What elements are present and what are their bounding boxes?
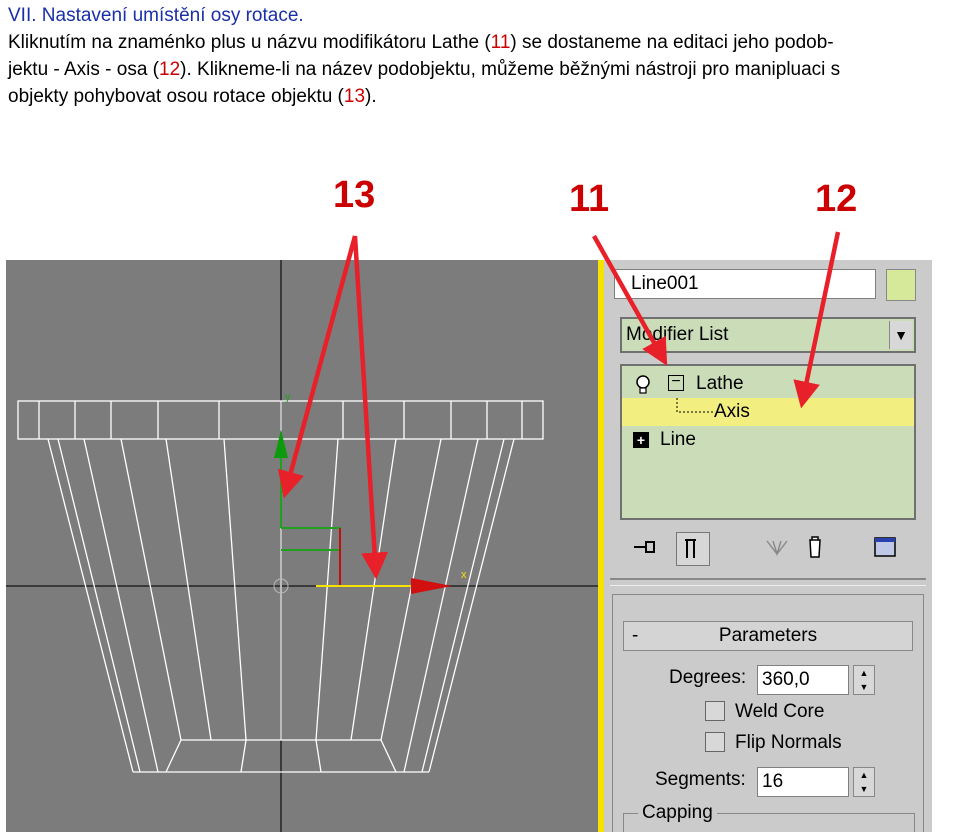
gizmo-x-label: x [461,569,467,581]
segments-label: Segments: [655,769,746,790]
stack-item-line[interactable]: + Line [622,426,914,454]
stack-item-label: Lathe [696,373,744,394]
weld-core-label: Weld Core [735,701,825,722]
segments-input[interactable]: 16 [757,767,849,797]
rollout-title: Parameters [718,625,818,646]
make-unique-icon[interactable] [760,532,794,566]
text-part: ). [365,86,377,107]
section-heading: VII. Nastavení umístění osy rotace. [8,5,304,26]
stack-toolbar [618,532,918,568]
instruction-text: VII. Nastavení umístění osy rotace. Klik… [8,2,956,110]
stack-item-label: Axis [714,401,750,422]
expand-icon[interactable]: + [633,432,649,448]
text-part: ). Klikneme-li na název podobjektu, může… [180,59,841,80]
modifier-stack[interactable]: − Lathe Axis + Line [620,364,916,520]
configure-sets-icon[interactable] [868,532,902,566]
ref-12: 12 [159,59,181,80]
stack-item-lathe[interactable]: − Lathe [622,370,914,398]
tree-connector-icon [676,398,714,413]
viewport-wireframe: y x [6,260,598,832]
object-name-field[interactable]: Line001 [614,269,876,299]
stack-item-label: Line [660,429,696,450]
degrees-input[interactable]: 360,0 [757,665,849,695]
text-part: objekty pohybovat osou rotace objektu ( [8,86,344,107]
segments-spinner[interactable]: ▲ ▼ [853,767,875,797]
stack-item-axis[interactable]: Axis [622,398,914,426]
callout-13: 13 [333,174,376,216]
parameters-rollout-header[interactable]: - Parameters [623,621,913,651]
axis-gizmo: y x [273,391,467,594]
remove-modifier-icon[interactable] [798,532,832,566]
text-part: ) se dostaneme na editaci jeho podob- [510,32,834,53]
capping-group: Capping [623,802,915,832]
callout-11: 11 [569,178,610,220]
flip-normals-label: Flip Normals [735,732,842,753]
gizmo-y-label: y [285,391,291,403]
chevron-down-icon[interactable]: ▼ [889,321,912,349]
degrees-label: Degrees: [669,667,747,688]
weld-core-checkbox[interactable] [705,701,725,721]
collapse-icon[interactable]: − [668,374,684,391]
modifier-list-label: Modifier List [626,324,729,345]
text-part: Kliknutím na znaménko plus u názvu modif… [8,32,491,53]
show-end-result-icon[interactable] [676,532,710,566]
ref-11: 11 [490,32,511,53]
modifier-list-dropdown[interactable]: Modifier List ▼ [620,317,916,353]
ref-13: 13 [343,86,366,107]
lightbulb-icon[interactable] [634,374,652,396]
text-part: jektu - Axis - osa ( [8,59,159,80]
instruction-paragraph: Kliknutím na znaménko plus u názvu modif… [8,29,956,110]
capping-label: Capping [638,802,717,824]
panel-divider [610,578,926,586]
pin-stack-icon[interactable] [628,532,662,566]
flip-normals-checkbox[interactable] [705,732,725,752]
object-color-swatch[interactable] [886,269,916,301]
viewport[interactable]: y x [6,260,598,832]
parameters-rollout: - Parameters Degrees: 360,0 ▲ ▼ Weld Core… [612,594,924,832]
modify-panel: Line001 Modifier List ▼ − Lathe Axis + L… [604,260,932,832]
callout-12: 12 [815,178,858,220]
degrees-spinner[interactable]: ▲ ▼ [853,665,875,695]
